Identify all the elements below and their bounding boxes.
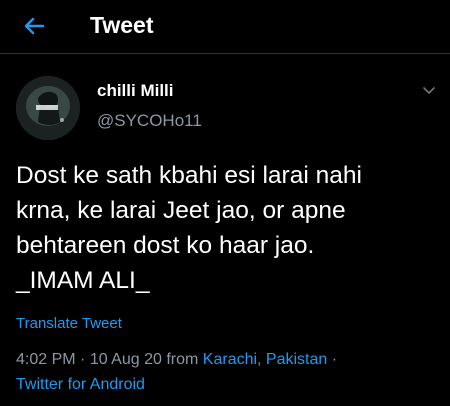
tweet-line: krna, ke larai Jeet jao, or apne <box>16 197 346 224</box>
meta-separator: · <box>327 351 338 368</box>
author-display-name[interactable]: chilli Milli <box>97 80 174 102</box>
tweet-line: _IMAM ALI_ <box>16 267 150 294</box>
arrow-left-icon <box>24 17 45 35</box>
timestamp-row: 4:02 PM · 10 Aug 20 from Karachi, Pakist… <box>16 347 441 372</box>
chevron-down-icon <box>423 87 435 94</box>
author-handle[interactable]: @SYCOHo11 <box>97 110 202 132</box>
meta-separator: · <box>75 351 90 368</box>
source-link[interactable]: Twitter for Android <box>16 376 145 393</box>
location-link[interactable]: Karachi, Pakistan <box>203 351 328 368</box>
source-row: Twitter for Android <box>16 372 441 397</box>
tweet-line: Dost ke sath kbahi esi larai nahi <box>16 162 362 189</box>
tweet-date[interactable]: 10 Aug 20 from <box>90 351 203 368</box>
avatar[interactable] <box>16 76 80 140</box>
translate-tweet-link[interactable]: Translate Tweet <box>16 314 122 334</box>
tweet-metadata: 4:02 PM · 10 Aug 20 from Karachi, Pakist… <box>16 347 441 397</box>
more-options-button[interactable] <box>420 82 438 100</box>
top-bar: Tweet <box>0 0 450 54</box>
page-title: Tweet <box>90 12 154 38</box>
back-button[interactable] <box>20 12 48 40</box>
tweet-line: behtareen dost ko haar jao. <box>16 232 315 259</box>
tweet-time[interactable]: 4:02 PM <box>16 351 76 368</box>
profile-photo <box>16 76 80 140</box>
tweet-text: Dost ke sath kbahi esi larai nahi krna, … <box>16 158 441 298</box>
